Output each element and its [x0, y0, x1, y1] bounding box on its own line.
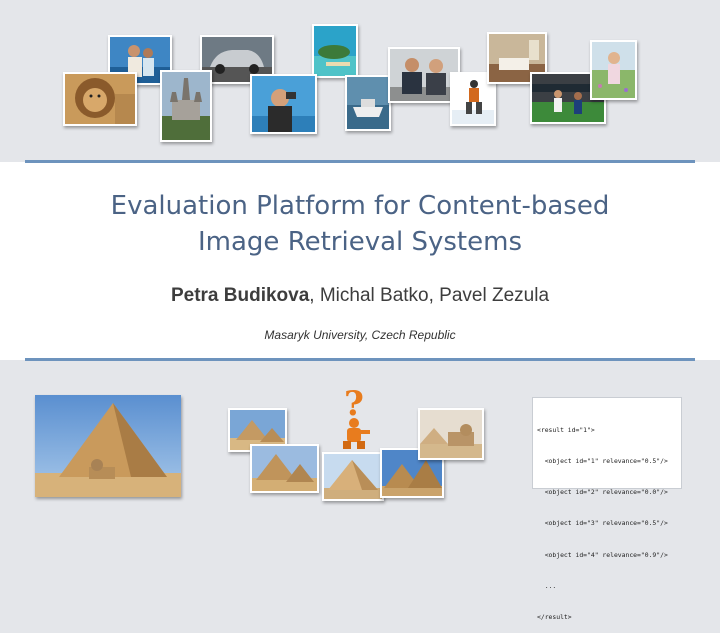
other-authors: , Michal Batko, Pavel Zezula [309, 285, 550, 306]
xml-line: <object id="4" relevance="0.9"/> [537, 550, 668, 559]
xml-line: ... [537, 581, 557, 590]
photo-woman-camera [250, 74, 317, 134]
photo-result-sphinx [418, 408, 484, 460]
title-line-2: Image Retrieval Systems [198, 227, 522, 257]
xml-line: <object id="1" relevance="0.5"/> [537, 457, 668, 466]
photo-result-pyramid-2 [250, 444, 319, 493]
query-question-icon: ? [330, 384, 390, 450]
bottom-divider [25, 358, 695, 361]
xml-result-box: <result id="1"> <object id="1" relevance… [532, 397, 682, 621]
slide-title: Evaluation Platform for Content-based Im… [40, 188, 680, 260]
photo-girl-flowers [590, 40, 637, 100]
xml-line: <object id="2" relevance="0.0"/> [537, 488, 668, 497]
photo-boat [345, 75, 391, 131]
photo-result-pyramid-3 [322, 452, 384, 501]
title-line-1: Evaluation Platform for Content-based [110, 191, 610, 221]
affiliation: Masaryk University, Czech Republic [264, 328, 456, 342]
xml-line: <object id="3" relevance="0.5"/> [537, 519, 668, 528]
photo-beach-island [312, 24, 358, 78]
xml-line: <result id="1"> [537, 425, 595, 434]
authors: Petra Budikova, Michal Batko, Pavel Zezu… [40, 285, 680, 307]
top-divider [25, 160, 695, 163]
photo-query-pyramid [35, 395, 181, 497]
photo-castle [160, 70, 212, 142]
xml-line: </result> [537, 613, 572, 622]
photo-lion [63, 72, 137, 126]
first-author: Petra Budikova [170, 285, 310, 306]
